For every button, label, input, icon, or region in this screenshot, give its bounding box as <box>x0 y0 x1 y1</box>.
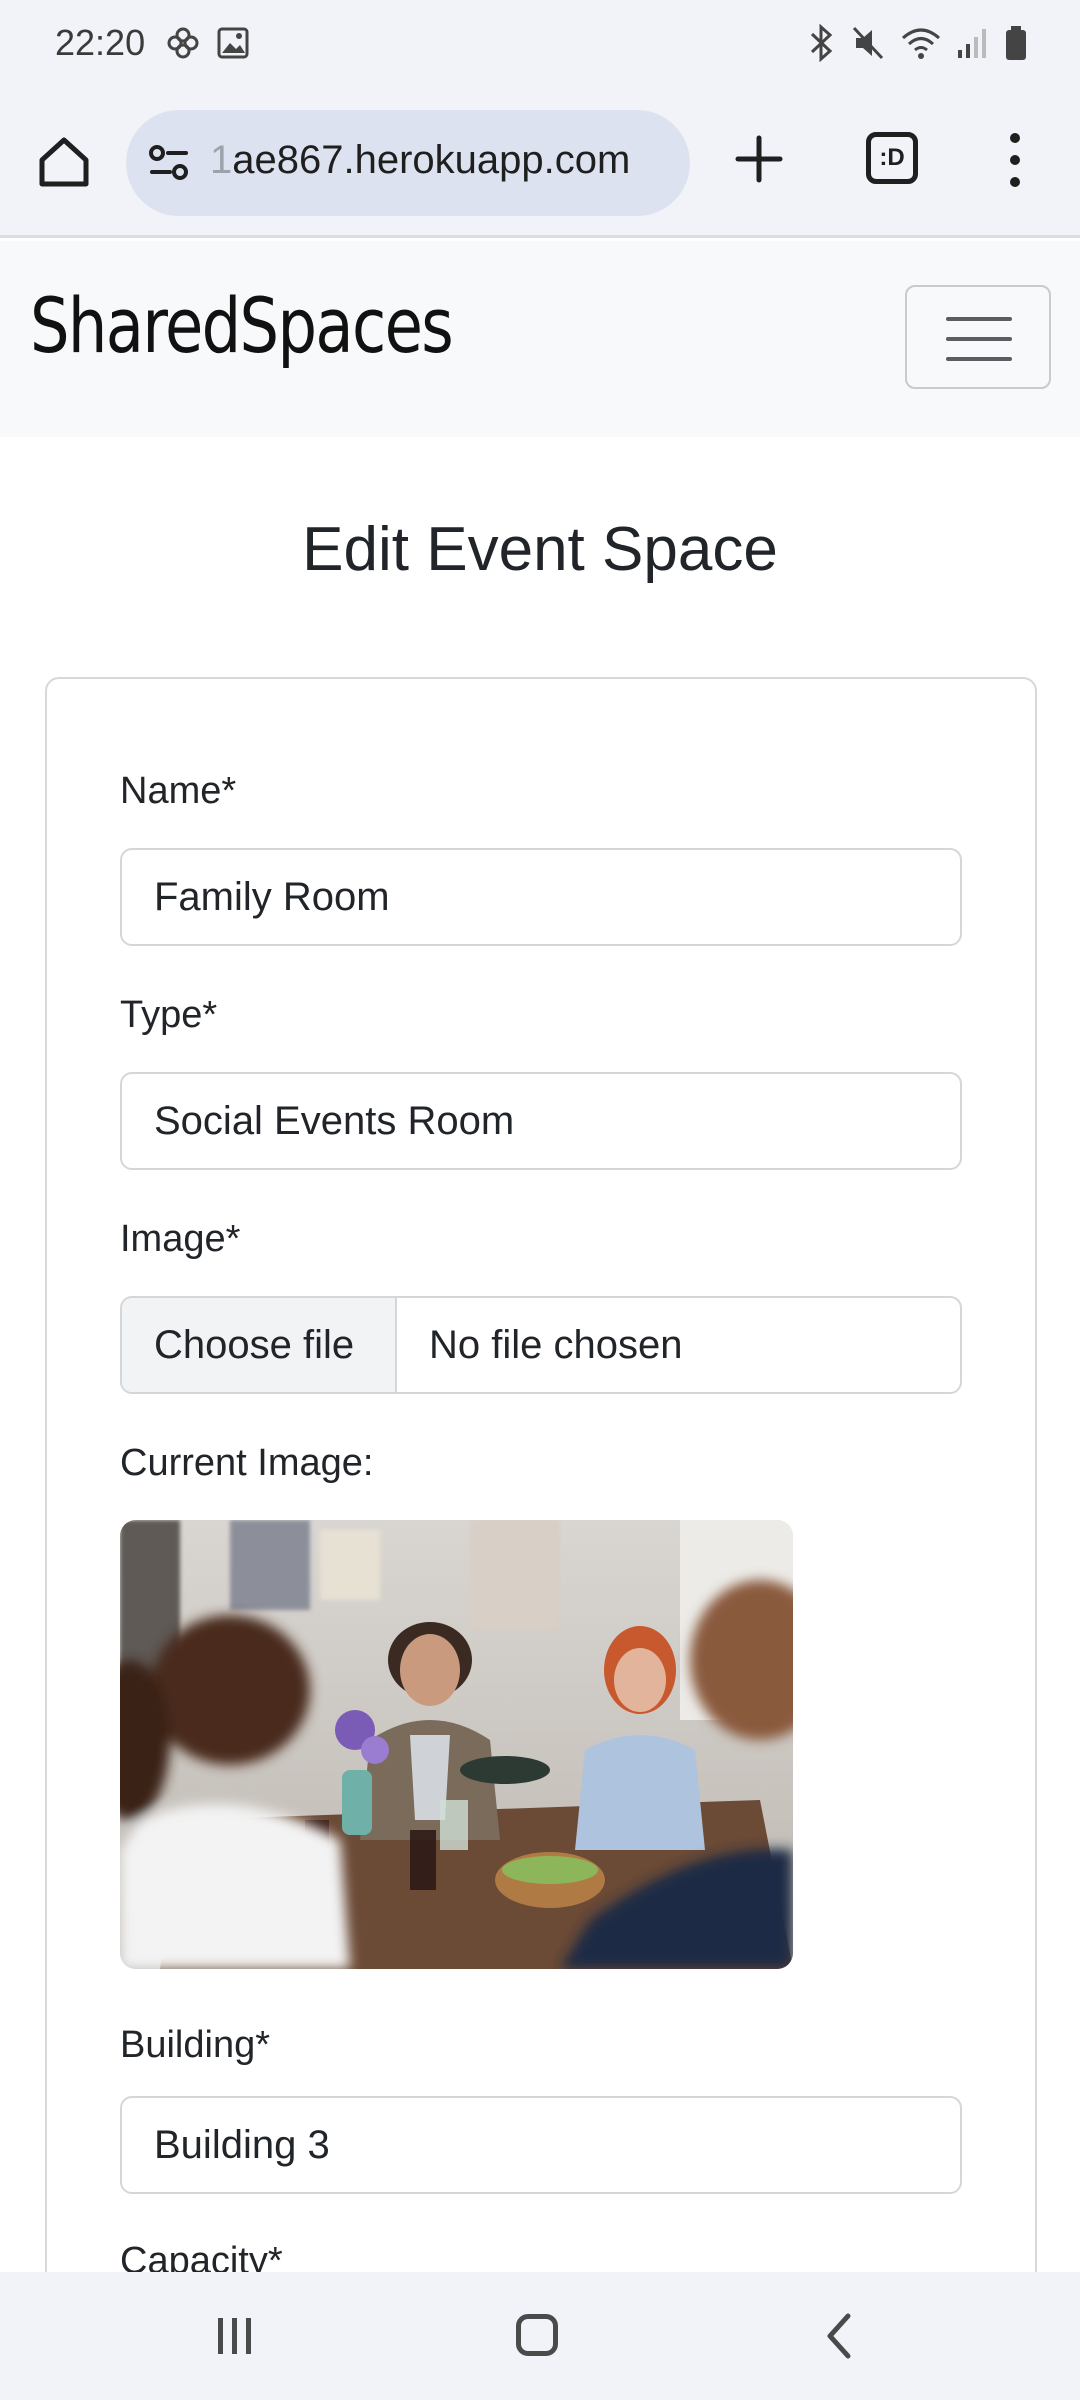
image-file-input[interactable]: Choose file No file chosen <box>120 1296 962 1394</box>
tab-switcher-button[interactable]: :D <box>866 132 918 184</box>
home-icon[interactable] <box>34 132 94 192</box>
site-navbar: SharedSpaces <box>0 241 1080 437</box>
new-tab-icon[interactable] <box>730 130 788 188</box>
address-bar[interactable]: 1ae867.herokuapp.com <box>126 110 690 216</box>
current-event-space-image <box>120 1520 793 1969</box>
file-status-text: No file chosen <box>429 1323 683 1367</box>
recent-apps-icon[interactable] <box>214 2314 256 2358</box>
type-input[interactable]: Social Events Room <box>120 1072 962 1170</box>
building-label: Building* <box>120 2024 270 2066</box>
back-icon[interactable] <box>824 2312 854 2360</box>
current-image-label: Current Image: <box>120 1442 374 1484</box>
choose-file-button[interactable]: Choose file <box>122 1298 397 1392</box>
gallery-icon <box>217 27 249 59</box>
name-label: Name* <box>120 770 237 812</box>
dinner-party-photo <box>120 1520 793 1969</box>
battery-icon <box>1006 26 1026 60</box>
mute-icon <box>852 26 884 60</box>
type-label: Type* <box>120 994 218 1036</box>
name-input[interactable]: Family Room <box>120 848 962 946</box>
flower-icon <box>167 27 199 59</box>
url-main: ae867.herokuapp.com <box>232 138 631 182</box>
browser-toolbar: 1ae867.herokuapp.com :D <box>0 88 1080 238</box>
site-settings-icon[interactable] <box>146 140 192 186</box>
url-text: 1ae867.herokuapp.com <box>210 138 630 183</box>
status-bar: 22:20 <box>0 0 1080 88</box>
image-label: Image* <box>120 1218 241 1260</box>
home-nav-icon[interactable] <box>516 2314 558 2356</box>
building-input[interactable]: Building 3 <box>120 2096 962 2194</box>
status-time: 22:20 <box>55 22 146 63</box>
url-faded-prefix: 1 <box>210 138 233 182</box>
brand-logo[interactable]: SharedSpaces <box>30 281 454 370</box>
wifi-icon <box>902 28 940 59</box>
hamburger-icon <box>946 317 1012 321</box>
android-navigation-bar <box>0 2272 1080 2400</box>
page-title: Edit Event Space <box>302 515 778 584</box>
signal-icon <box>958 29 986 58</box>
navbar-toggler-button[interactable] <box>905 285 1051 389</box>
bluetooth-icon <box>810 24 833 62</box>
more-options-icon[interactable] <box>1000 128 1030 192</box>
